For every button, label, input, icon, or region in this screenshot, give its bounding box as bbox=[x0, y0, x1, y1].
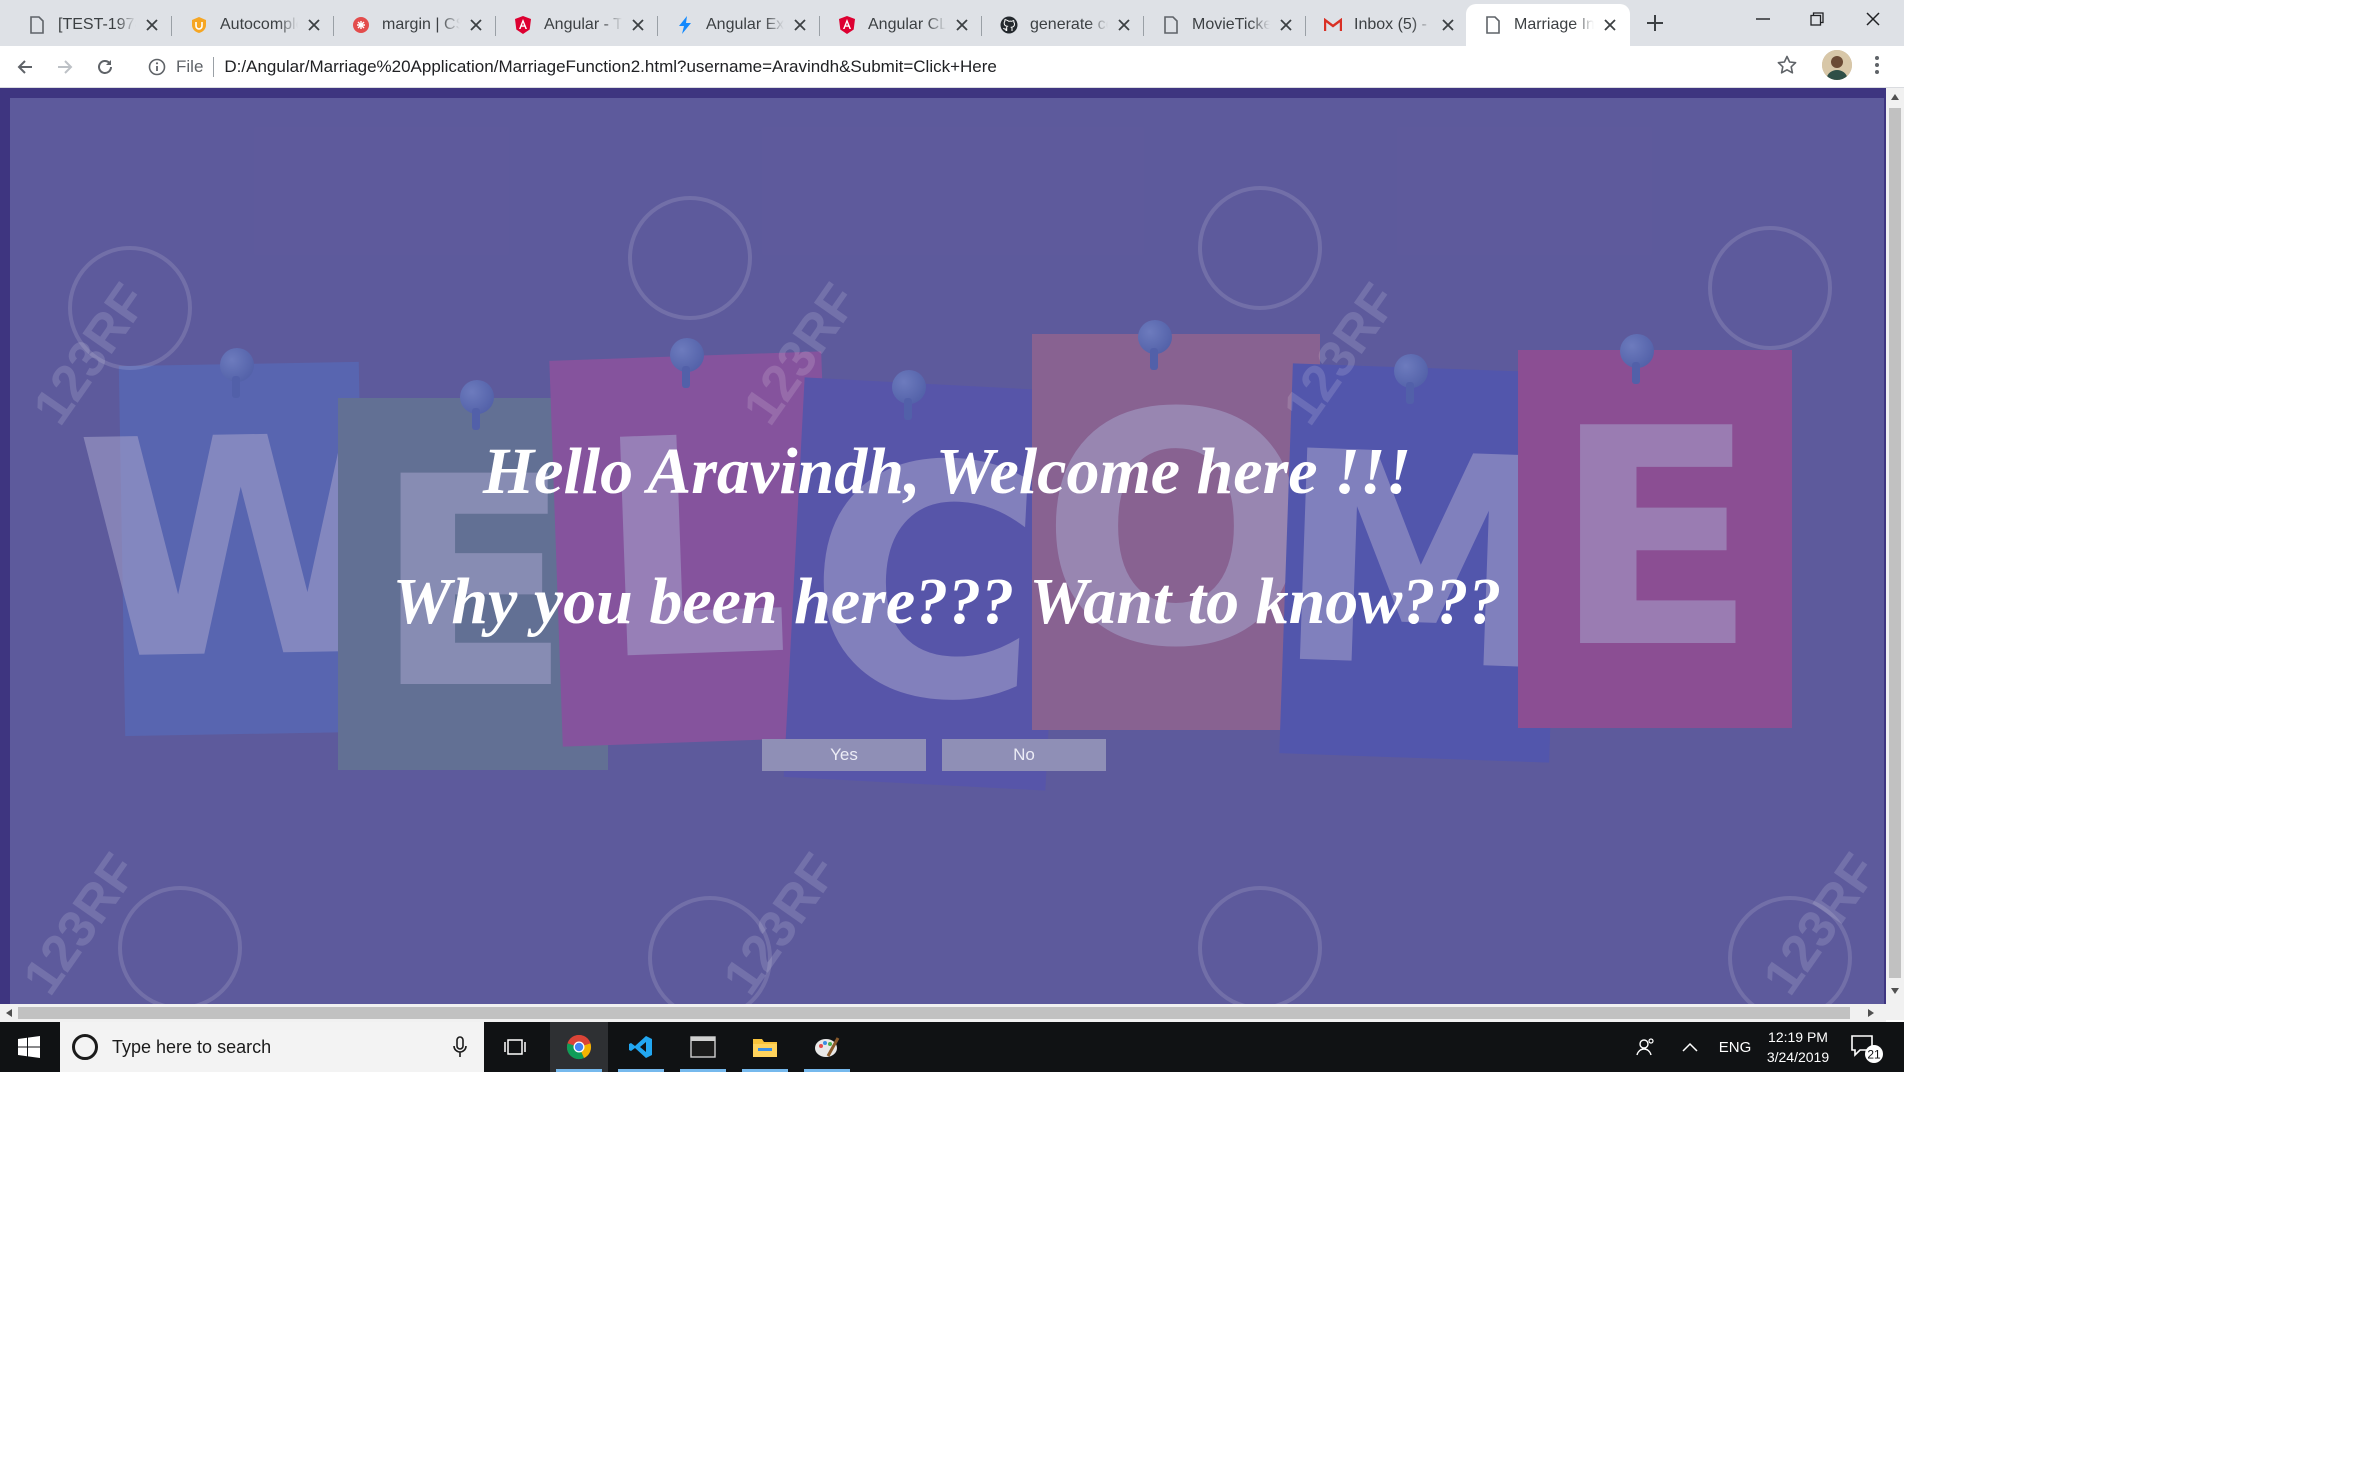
scroll-up-arrow-icon[interactable] bbox=[1891, 94, 1899, 100]
document-icon bbox=[1484, 16, 1502, 34]
scrollbar-thumb[interactable] bbox=[1889, 108, 1901, 978]
tab-title: Angular CLI bbox=[868, 16, 946, 33]
welcome-background-image: W E L C O M E bbox=[10, 98, 1884, 1010]
profile-avatar[interactable] bbox=[1822, 50, 1852, 80]
watermark-layer: 123RF 123RF 123RF 123RF 123RF 123RF bbox=[12, 186, 1884, 1010]
close-tab-icon[interactable] bbox=[790, 15, 810, 35]
bolt-icon bbox=[676, 16, 694, 34]
paint-icon[interactable] bbox=[798, 1022, 856, 1072]
question-heading: Why you been here??? Want to know??? bbox=[392, 565, 1502, 638]
browser-tab[interactable]: MovieTicket bbox=[1144, 4, 1306, 46]
screen: [TEST-19784 Autocomplete margin | CSS An… bbox=[0, 0, 1904, 1072]
reload-button[interactable] bbox=[88, 50, 122, 84]
tab-title: margin | CSS bbox=[382, 16, 460, 33]
bookmark-star-icon[interactable] bbox=[1772, 50, 1802, 80]
close-tab-icon[interactable] bbox=[1438, 15, 1458, 35]
tab-title: MovieTicket bbox=[1192, 16, 1270, 33]
notification-icon: 21 bbox=[1851, 1035, 1883, 1063]
browser-tab[interactable]: generate co bbox=[982, 4, 1144, 46]
browser-tab[interactable]: [TEST-19784 bbox=[10, 4, 172, 46]
new-tab-button[interactable] bbox=[1640, 8, 1670, 38]
tab-title: Inbox (5) - p bbox=[1354, 16, 1432, 33]
browser-tab[interactable]: Autocomplete bbox=[172, 4, 334, 46]
close-tab-icon[interactable] bbox=[304, 15, 324, 35]
microphone-icon[interactable] bbox=[450, 1035, 470, 1059]
angular-icon bbox=[838, 16, 856, 34]
vertical-scrollbar[interactable] bbox=[1886, 88, 1904, 1020]
watermark-text: 123RF bbox=[1752, 844, 1884, 1005]
scroll-down-arrow-icon[interactable] bbox=[1891, 988, 1899, 994]
windows-taskbar: Type here to search ENG 12:19 PM 3/24/20… bbox=[0, 1022, 1904, 1072]
forward-button[interactable] bbox=[48, 50, 82, 84]
file-explorer-icon[interactable] bbox=[736, 1022, 794, 1072]
document-icon bbox=[1162, 16, 1180, 34]
github-icon bbox=[1000, 16, 1018, 34]
system-clock[interactable]: 12:19 PM 3/24/2019 bbox=[1760, 1022, 1836, 1072]
chevron-up-icon[interactable] bbox=[1670, 1022, 1710, 1072]
tab-title: [TEST-19784 bbox=[58, 16, 136, 33]
tab-title: Marriage Inv bbox=[1514, 16, 1594, 33]
watermark-text: 123RF bbox=[712, 844, 849, 1005]
action-center-button[interactable]: 21 bbox=[1844, 1022, 1888, 1072]
minimize-button[interactable] bbox=[1736, 0, 1790, 38]
gmail-icon bbox=[1324, 16, 1342, 34]
browser-tab-strip: [TEST-19784 Autocomplete margin | CSS An… bbox=[0, 0, 1904, 46]
greeting-heading: Hello Aravindh, Welcome here !!! bbox=[482, 435, 1412, 508]
browser-tab[interactable]: Angular - Tu bbox=[496, 4, 658, 46]
browser-toolbar: File D:/Angular/Marriage%20Application/M… bbox=[0, 46, 1904, 88]
start-button[interactable] bbox=[0, 1022, 58, 1072]
close-tab-icon[interactable] bbox=[1600, 15, 1620, 35]
scrollbar-thumb[interactable] bbox=[18, 1007, 1850, 1019]
tab-title: generate co bbox=[1030, 16, 1108, 33]
clock-date: 3/24/2019 bbox=[1766, 1049, 1830, 1065]
language-indicator[interactable]: ENG bbox=[1712, 1022, 1758, 1072]
restore-button[interactable] bbox=[1790, 0, 1844, 38]
terminal-icon[interactable] bbox=[674, 1022, 732, 1072]
close-tab-icon[interactable] bbox=[466, 15, 486, 35]
notification-count: 21 bbox=[1867, 1048, 1881, 1062]
close-tab-icon[interactable] bbox=[1114, 15, 1134, 35]
browser-tab[interactable]: margin | CSS bbox=[334, 4, 496, 46]
close-tab-icon[interactable] bbox=[952, 15, 972, 35]
browser-tab[interactable]: Inbox (5) - p bbox=[1306, 4, 1468, 46]
shield-icon bbox=[190, 16, 208, 34]
back-button[interactable] bbox=[8, 50, 42, 84]
tab-title: Autocomplete bbox=[220, 16, 298, 33]
vscode-icon[interactable] bbox=[612, 1022, 670, 1072]
close-tab-icon[interactable] bbox=[142, 15, 162, 35]
chrome-icon[interactable] bbox=[550, 1022, 608, 1072]
scheme-label: File bbox=[176, 57, 204, 76]
clock-time: 12:19 PM bbox=[1768, 1029, 1828, 1045]
scroll-right-arrow-icon[interactable] bbox=[1868, 1009, 1874, 1017]
close-tab-icon[interactable] bbox=[628, 15, 648, 35]
watermark-text: 123RF bbox=[22, 274, 159, 435]
people-icon[interactable] bbox=[1626, 1022, 1666, 1072]
close-tab-icon[interactable] bbox=[1276, 15, 1296, 35]
document-icon bbox=[28, 16, 46, 34]
bug-icon bbox=[352, 16, 370, 34]
yes-button[interactable]: Yes bbox=[762, 739, 926, 771]
angular-icon bbox=[514, 16, 532, 34]
no-button[interactable]: No bbox=[942, 739, 1106, 771]
page-viewport: W E L C O M E bbox=[0, 88, 1904, 1020]
browser-tab[interactable]: Angular CLI bbox=[820, 4, 982, 46]
browser-tab[interactable]: Angular Exa bbox=[658, 4, 820, 46]
cortana-icon bbox=[72, 1034, 98, 1060]
tab-title: Angular - Tu bbox=[544, 16, 622, 33]
search-placeholder: Type here to search bbox=[112, 1036, 272, 1057]
close-window-button[interactable] bbox=[1846, 0, 1900, 38]
address-divider bbox=[213, 57, 215, 77]
scroll-left-arrow-icon[interactable] bbox=[6, 1009, 12, 1017]
browser-menu-icon[interactable] bbox=[1862, 50, 1892, 80]
windows-logo-icon bbox=[18, 1036, 40, 1058]
info-icon[interactable] bbox=[146, 56, 168, 78]
browser-tab-active[interactable]: Marriage Inv bbox=[1466, 4, 1630, 46]
address-bar[interactable]: File D:/Angular/Marriage%20Application/M… bbox=[136, 50, 1782, 84]
tab-title: Angular Exa bbox=[706, 16, 784, 33]
taskbar-search-box[interactable]: Type here to search bbox=[60, 1022, 484, 1072]
task-view-icon[interactable] bbox=[486, 1022, 544, 1072]
horizontal-scrollbar[interactable] bbox=[0, 1004, 1886, 1022]
url-text[interactable]: D:/Angular/Marriage%20Application/Marria… bbox=[224, 57, 996, 77]
watermark-text: 123RF bbox=[732, 274, 869, 435]
